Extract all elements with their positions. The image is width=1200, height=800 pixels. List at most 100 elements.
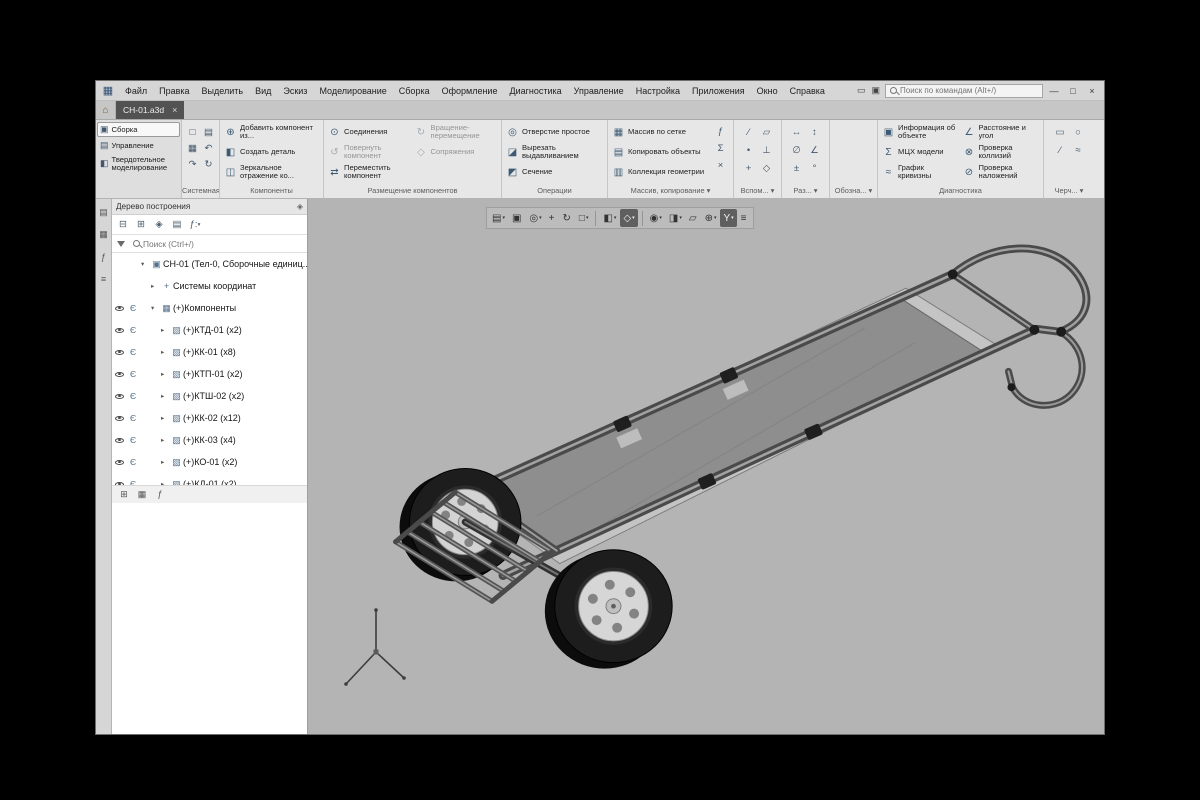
mass-properties-button[interactable]: Σ МЦХ модели xyxy=(880,142,961,162)
tree-item-kk-01[interactable]: Є ▸ ▧ (+)КК-01 (х8) xyxy=(112,341,307,363)
copy-objects-button[interactable]: ▤ Копировать объекты xyxy=(610,142,712,162)
menu-item[interactable]: Приложения xyxy=(687,84,750,98)
tolerance-button[interactable]: ± xyxy=(788,159,806,177)
redo-button[interactable]: ↷ xyxy=(185,156,201,172)
document-tab[interactable]: СН-01.a3d × xyxy=(116,101,184,119)
tree-add-section-button[interactable]: ⊞ xyxy=(117,487,131,501)
tree-item-root[interactable]: ▾ ▣ СН-01 (Тел-0, Сборочные единиц... xyxy=(112,253,307,275)
ribbon-group-label-pattern[interactable]: Массив, копирование ▾ xyxy=(608,185,733,198)
ribbon-group-label-notations[interactable]: Обозна... ▾ xyxy=(830,185,877,198)
spline-tool-button[interactable]: ≈ xyxy=(1069,141,1087,159)
display-mode-button[interactable]: ◧ ▾ xyxy=(600,209,619,227)
expand-arrow-icon[interactable]: ▸ xyxy=(161,370,170,378)
expand-arrow-icon[interactable]: ▾ xyxy=(141,260,150,268)
tree-item-coordinate-systems[interactable]: ▸ + Системы координат xyxy=(112,275,307,297)
distance-angle-button[interactable]: ∠ Расстояние и угол xyxy=(961,122,1042,142)
add-component-button[interactable]: ⊕ Добавить компонент из... xyxy=(222,122,321,142)
copy-properties-button[interactable]: ▣ xyxy=(509,209,525,227)
ribbon-group-label-operations[interactable]: Операции xyxy=(502,185,607,198)
visibility-eye-icon[interactable] xyxy=(112,328,127,333)
minimize-button[interactable]: — xyxy=(1046,83,1062,99)
visibility-eye-icon[interactable] xyxy=(112,416,127,421)
rotate-move-button[interactable]: ↻ Вращение-перемещение xyxy=(413,122,500,142)
menu-item[interactable]: Управление xyxy=(569,84,629,98)
menu-item[interactable]: Выделить xyxy=(197,84,249,98)
filter-funnel-icon[interactable] xyxy=(117,241,125,247)
ribbon-group-label-components[interactable]: Компоненты xyxy=(220,185,323,198)
ribbon-group-label-dimensions[interactable]: Раз... ▾ xyxy=(782,185,829,198)
panel-options-icon[interactable]: ◈ xyxy=(297,202,303,211)
save-document-button[interactable]: ▦ xyxy=(185,140,201,156)
tree-item-ko-01[interactable]: Є ▸ ▧ (+)КО-01 (х2) xyxy=(112,451,307,473)
expand-arrow-icon[interactable]: ▸ xyxy=(161,458,170,466)
maximize-button[interactable]: □ xyxy=(1065,83,1081,99)
tree-save-state-button[interactable]: ▦ xyxy=(135,487,149,501)
selection-filter-button[interactable]: Y ▾ xyxy=(720,209,736,227)
tree-variables-button[interactable]: ƒ xyxy=(153,487,167,501)
local-cs-button[interactable]: + xyxy=(740,159,758,177)
open-document-button[interactable]: ▤ xyxy=(201,124,217,140)
vertical-dimension-button[interactable]: ↕ xyxy=(806,123,824,141)
panel-tab-list[interactable]: ≡ xyxy=(97,272,110,285)
section-button[interactable]: ◩ Сечение xyxy=(504,162,605,182)
expand-arrow-icon[interactable]: ▸ xyxy=(161,436,170,444)
tree-composition-button[interactable]: ⊞ xyxy=(133,217,149,233)
zoom-button[interactable]: ◎ ▾ xyxy=(526,209,544,227)
perpendicular-button[interactable]: ⊥ xyxy=(758,141,776,159)
visibility-eye-icon[interactable] xyxy=(112,284,127,289)
right-wheel[interactable] xyxy=(545,550,672,669)
scene-settings-button[interactable]: ≡ xyxy=(738,209,751,227)
geometry-collection-button[interactable]: ▥ Коллекция геометрии xyxy=(610,162,712,182)
menu-item[interactable]: Справка xyxy=(785,84,830,98)
tree-structure-button[interactable]: ⊟ xyxy=(115,217,131,233)
curvature-graph-button[interactable]: ≈ График кривизны xyxy=(880,162,961,182)
home-tab-button[interactable]: ⌂ xyxy=(96,101,116,119)
mode-tab-assembly[interactable]: ▣ Сборка xyxy=(97,122,180,137)
construction-point-button[interactable]: • xyxy=(740,141,758,159)
expand-arrow-icon[interactable]: ▾ xyxy=(151,304,160,312)
tree-item-ktd-01[interactable]: Є ▸ ▧ (+)КТД-01 (х2) xyxy=(112,319,307,341)
ribbon-group-label-auxiliary[interactable]: Вспом... ▾ xyxy=(734,185,781,198)
ribbon-group-label-system[interactable]: Системная xyxy=(182,185,219,198)
sketch-mode-button[interactable]: ▱ xyxy=(686,209,701,227)
menu-item[interactable]: Вид xyxy=(250,84,276,98)
ribbon-group-label-diagnostics[interactable]: Диагностика xyxy=(878,185,1043,198)
report-button[interactable]: Σ xyxy=(713,141,728,156)
tree-item-ktp-01[interactable]: Є ▸ ▧ (+)КТП-01 (х2) xyxy=(112,363,307,385)
menu-item[interactable]: Оформление xyxy=(437,84,503,98)
angular-dimension-button[interactable]: ∠ xyxy=(806,141,824,159)
exclude-button[interactable]: × xyxy=(713,158,728,173)
mode-tab-solid-modeling[interactable]: ◧ Твердотельное моделирование xyxy=(97,154,180,174)
visibility-eye-icon[interactable] xyxy=(112,262,127,267)
connections-button[interactable]: ⊙ Соединения xyxy=(326,122,413,142)
tree-item-kd-01[interactable]: Є ▸ ▧ (+)КД-01 (х2) xyxy=(112,473,307,485)
rotate-component-button[interactable]: ↺ Повернуть компонент xyxy=(326,142,413,162)
expand-arrow-icon[interactable]: ▸ xyxy=(161,414,170,422)
tab-close-icon[interactable]: × xyxy=(172,105,177,115)
diameter-dimension-button[interactable]: ∅ xyxy=(788,141,806,159)
ribbon-group-label-drafting[interactable]: Черч... ▾ xyxy=(1044,185,1094,198)
visibility-eye-icon[interactable] xyxy=(112,350,127,355)
window-layout-button[interactable]: ▭ xyxy=(855,85,868,96)
handle-assembly[interactable] xyxy=(953,248,1087,405)
construction-plane-button[interactable]: ▱ xyxy=(758,123,776,141)
simple-hole-button[interactable]: ◎ Отверстие простое xyxy=(504,122,605,142)
snaps-button[interactable]: ⊕ ▾ xyxy=(702,209,720,227)
collision-check-button[interactable]: ⊗ Проверка коллизий xyxy=(961,142,1042,162)
tree-item-kk-03[interactable]: Є ▸ ▧ (+)КК-03 (х4) xyxy=(112,429,307,451)
menu-item[interactable]: Файл xyxy=(120,84,152,98)
visibility-eye-icon[interactable] xyxy=(112,438,127,443)
pan-button[interactable]: + xyxy=(546,209,559,227)
clipboard-button[interactable]: ▤ ▾ xyxy=(489,209,508,227)
zoom-fit-button[interactable]: □ ▾ xyxy=(576,209,592,227)
mirror-components-button[interactable]: ◫ Зеркальное отражение ко... xyxy=(222,162,321,182)
circle-tool-button[interactable]: ○ xyxy=(1069,123,1087,141)
object-info-button[interactable]: ▣ Информация об объекте xyxy=(880,122,961,142)
overlap-check-button[interactable]: ⊘ Проверка наложений xyxy=(961,162,1042,182)
degree-button[interactable]: ° xyxy=(806,159,824,177)
ribbon-group-label-placement[interactable]: Размещение компонентов xyxy=(324,185,501,198)
section-view-button[interactable]: ◨ ▾ xyxy=(666,209,685,227)
3d-viewport[interactable]: ▤ ▾ ▣ ◎ ▾ + ↻ xyxy=(308,199,1104,734)
platform[interactable] xyxy=(464,288,997,563)
tree-search[interactable] xyxy=(112,235,307,253)
